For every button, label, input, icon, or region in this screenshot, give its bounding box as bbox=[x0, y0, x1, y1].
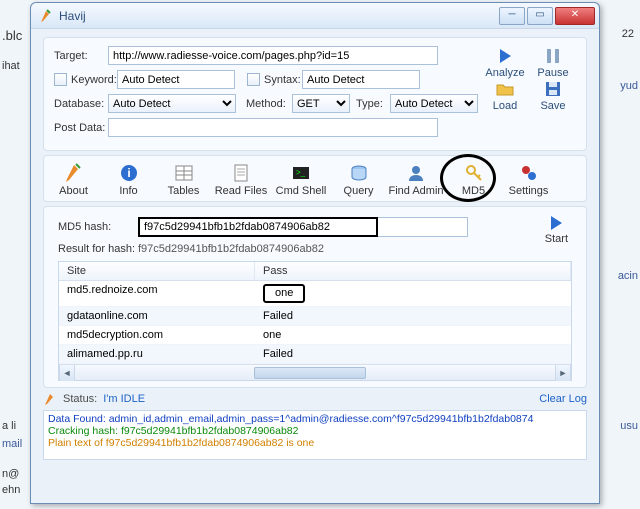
status-bar: Status: I'm IDLE Clear Log bbox=[43, 392, 587, 406]
gear-icon bbox=[518, 162, 540, 184]
status-label: Status: bbox=[63, 393, 97, 405]
keyword-label: Keyword: bbox=[71, 74, 117, 86]
hash-input[interactable] bbox=[138, 217, 378, 237]
syntax-input[interactable] bbox=[302, 70, 420, 89]
target-panel: Target: Keyword: Syntax: Database: Auto … bbox=[43, 37, 587, 151]
tables-icon bbox=[173, 162, 195, 184]
log-line: Cracking hash: f97c5d29941bfb1b2fdab0874… bbox=[48, 425, 582, 437]
carrot-icon bbox=[39, 9, 53, 23]
h-scrollbar[interactable]: ◄ ► bbox=[59, 364, 571, 380]
svg-text:i: i bbox=[127, 166, 130, 180]
result-label: Result for hash: bbox=[58, 243, 138, 255]
col-site[interactable]: Site bbox=[59, 262, 255, 280]
terminal-icon: >_ bbox=[290, 162, 312, 184]
title-bar[interactable]: Havij ─ ▭ ✕ bbox=[31, 3, 599, 29]
results-table: Site Pass md5.rednoize.com one gdataonli… bbox=[58, 261, 572, 381]
postdata-label: Post Data: bbox=[54, 122, 108, 134]
main-toolbar: About i Info Tables Read Files >_ Cmd Sh… bbox=[43, 155, 587, 202]
scroll-thumb[interactable] bbox=[254, 367, 367, 379]
cmdshell-button[interactable]: >_ Cmd Shell bbox=[271, 160, 331, 199]
analyze-button[interactable]: Analyze bbox=[484, 46, 526, 79]
syntax-checkbox[interactable] bbox=[247, 73, 260, 86]
hash-input-ext[interactable] bbox=[378, 217, 468, 237]
maximize-button[interactable]: ▭ bbox=[527, 7, 553, 25]
save-button[interactable]: Save bbox=[532, 79, 574, 112]
findadmin-button[interactable]: Find Admin bbox=[386, 160, 446, 199]
settings-button[interactable]: Settings bbox=[501, 160, 556, 199]
postdata-input[interactable] bbox=[108, 118, 438, 137]
md5-panel: MD5 hash: Start Result for hash: f97c5d2… bbox=[43, 206, 587, 388]
pause-button[interactable]: Pause bbox=[532, 46, 574, 79]
pass-highlight: one bbox=[263, 284, 305, 303]
key-icon bbox=[463, 162, 485, 184]
table-row[interactable]: md5decryption.com one bbox=[59, 326, 571, 345]
about-button[interactable]: About bbox=[46, 160, 101, 199]
load-button[interactable]: Load bbox=[484, 79, 526, 112]
log-box[interactable]: Data Found: admin_id,admin_email,admin_p… bbox=[43, 410, 587, 460]
method-select[interactable]: GET bbox=[292, 94, 350, 113]
scroll-right-icon[interactable]: ► bbox=[555, 365, 571, 381]
query-icon bbox=[348, 162, 370, 184]
table-row[interactable]: gdataonline.com Failed bbox=[59, 307, 571, 326]
scroll-left-icon[interactable]: ◄ bbox=[59, 365, 75, 381]
result-value: f97c5d29941bfb1b2fdab0874906ab82 bbox=[138, 243, 324, 255]
folder-icon bbox=[495, 79, 515, 99]
hash-label: MD5 hash: bbox=[58, 221, 138, 233]
save-icon bbox=[543, 79, 563, 99]
target-input[interactable] bbox=[108, 46, 438, 65]
window-title: Havij bbox=[59, 9, 499, 23]
method-label: Method: bbox=[246, 98, 292, 110]
keyword-input[interactable] bbox=[117, 70, 235, 89]
app-window: Havij ─ ▭ ✕ Target: Keyword: Syntax: Dat… bbox=[30, 2, 600, 504]
pause-icon bbox=[543, 46, 563, 66]
type-label: Type: bbox=[356, 98, 390, 110]
log-line: Data Found: admin_id,admin_email,admin_p… bbox=[48, 413, 582, 425]
minimize-button[interactable]: ─ bbox=[499, 7, 525, 25]
database-select[interactable]: Auto Detect bbox=[108, 94, 236, 113]
status-value: I'm IDLE bbox=[103, 393, 145, 405]
col-pass[interactable]: Pass bbox=[255, 262, 571, 280]
info-button[interactable]: i Info bbox=[101, 160, 156, 199]
syntax-label: Syntax: bbox=[264, 74, 302, 86]
log-line: Plain text of f97c5d29941bfb1b2fdab08749… bbox=[48, 437, 582, 449]
file-icon bbox=[230, 162, 252, 184]
status-icon bbox=[43, 392, 57, 406]
type-select[interactable]: Auto Detect bbox=[390, 94, 478, 113]
carrot-icon bbox=[63, 162, 85, 184]
close-button[interactable]: ✕ bbox=[555, 7, 595, 25]
target-label: Target: bbox=[54, 50, 108, 62]
start-button[interactable]: Start bbox=[545, 213, 568, 245]
play-icon bbox=[495, 46, 515, 66]
table-row[interactable]: alimamed.pp.ru Failed bbox=[59, 345, 571, 364]
readfiles-button[interactable]: Read Files bbox=[211, 160, 271, 199]
keyword-checkbox[interactable] bbox=[54, 73, 67, 86]
clear-log-link[interactable]: Clear Log bbox=[539, 393, 587, 405]
md5-button[interactable]: MD5 bbox=[446, 160, 501, 199]
database-label: Database: bbox=[54, 98, 108, 110]
table-row[interactable]: md5.rednoize.com one bbox=[59, 281, 571, 307]
admin-icon bbox=[405, 162, 427, 184]
svg-text:>_: >_ bbox=[296, 168, 306, 177]
query-button[interactable]: Query bbox=[331, 160, 386, 199]
info-icon: i bbox=[118, 162, 140, 184]
play-icon bbox=[546, 213, 566, 233]
tables-button[interactable]: Tables bbox=[156, 160, 211, 199]
